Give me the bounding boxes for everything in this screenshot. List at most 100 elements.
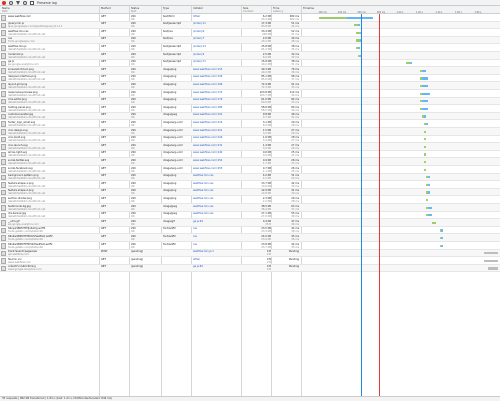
request-row[interactable]: customer-avatar.jpg daks2k3a4ib2z.cloudfr…	[0, 112, 500, 121]
request-initiator-link[interactable]: www.webflow.com/:191	[193, 113, 241, 116]
request-initiator-link[interactable]: www.webflow.com/:166	[193, 83, 241, 86]
waterfall-receiving-bar[interactable]	[345, 16, 374, 19]
request-row[interactable]: feature-shape-1.png daks2k3a4ib2z.cloudfr…	[0, 181, 500, 189]
waterfall-waiting-bar[interactable]	[431, 221, 436, 225]
request-initiator-link[interactable]: www.webflow.com/:231	[193, 144, 241, 147]
waterfall-waiting-bar[interactable]	[423, 145, 426, 149]
waterfall-waiting-bar[interactable]	[423, 161, 426, 164]
waterfall-waiting-bar[interactable]	[355, 31, 360, 35]
request-initiator-link[interactable]: webflow.min.css	[193, 197, 241, 200]
request-row[interactable]: favicon.ico www.webflow.com GET (pending) Ot…	[0, 257, 500, 265]
request-row[interactable]: screenshot-hero.png daks2k3a4ib2z.cloudfr…	[0, 67, 500, 75]
record-icon[interactable]	[2, 0, 6, 5]
request-row[interactable]: responsive-preview.png daks2k3a4ib2z.clou…	[0, 90, 500, 98]
waterfall-receiving-bar[interactable]	[441, 237, 444, 240]
request-row[interactable]: section-divider.png daks2k3a4ib2z.cloudfr…	[0, 196, 500, 204]
waterfall-receiving-bar[interactable]	[421, 107, 428, 111]
request-row[interactable]: arrow-right.svg daks2k3a4ib2z.cloudfront.…	[0, 151, 500, 159]
request-initiator-link[interactable]: webflow.min.css	[193, 182, 241, 185]
request-initiator-link[interactable]: www.webflow.com/:172	[193, 91, 241, 94]
request-initiator-link[interactable]: (index):71	[193, 60, 241, 63]
request-row[interactable]: S6u9w4BMUTPHh50XSwiPGQ.woff2 fonts.gstati…	[0, 242, 500, 250]
waterfall-receiving-bar[interactable]	[427, 183, 430, 187]
waterfall-waiting-bar[interactable]	[488, 267, 498, 270]
waterfall-receiving-bar[interactable]	[441, 244, 444, 247]
request-initiator-link[interactable]: www.webflow.com/:153	[193, 68, 241, 71]
filter-icon[interactable]	[16, 0, 20, 5]
waterfall-receiving-bar[interactable]	[410, 62, 413, 65]
waterfall-receiving-bar[interactable]	[427, 214, 432, 217]
request-initiator-link[interactable]: css	[193, 235, 241, 238]
request-row[interactable]: cta-banner.jpg daks2k3a4ib2z.cloudfront.n…	[0, 212, 500, 220]
waterfall-receiving-bar[interactable]	[421, 69, 426, 73]
waterfall-waiting-bar[interactable]	[353, 24, 358, 27]
request-row[interactable]: css fonts.googleapis.com GET 200 OK text/css (…	[0, 36, 500, 45]
request-initiator-link[interactable]: Other	[193, 258, 241, 261]
request-row[interactable]: hosting-panel.png daks2k3a4ib2z.cloudfron…	[0, 105, 500, 113]
request-row[interactable]: background-pattern.png daks2k3a4ib2z.clou…	[0, 173, 500, 182]
request-row[interactable]: modernizr.js daks2k3a4ib2z.cloudfront.net…	[0, 52, 500, 60]
waterfall-receiving-bar[interactable]	[421, 100, 428, 103]
waterfall-waiting-bar[interactable]	[425, 199, 428, 202]
waterfall-receiving-bar[interactable]	[423, 115, 426, 118]
request-row[interactable]: icon-launch.svg daks2k3a4ib2z.cloudfront.…	[0, 143, 500, 151]
request-initiator-link[interactable]: (index):9	[193, 53, 241, 56]
request-row[interactable]: layout-grid.png daks2k3a4ib2z.cloudfront.…	[0, 82, 500, 90]
waterfall-receiving-bar[interactable]	[357, 47, 360, 50]
request-row[interactable]: www.webflow.com GET 200 OK text/html Other 6.2…	[0, 14, 500, 22]
request-row[interactable]: webflow.min.css daks2k3a4ib2z.cloudfront.…	[0, 29, 500, 37]
request-row[interactable]: cms-editor.png daks2k3a4ib2z.cloudfront.n…	[0, 97, 500, 106]
request-row[interactable]: __utm.gif ssl.google-analytics.com GET 200 O…	[0, 219, 500, 227]
waterfall-waiting-bar[interactable]	[423, 138, 426, 141]
request-initiator-link[interactable]: (index):11	[193, 22, 241, 25]
waterfall-receiving-bar[interactable]	[427, 206, 432, 209]
clear-icon[interactable]	[9, 0, 13, 5]
waterfall-waiting-bar[interactable]	[423, 153, 426, 156]
request-row[interactable]: social-twitter.svg daks2k3a4ib2z.cloudfro…	[0, 158, 500, 166]
request-row[interactable]: designer-interface.png daks2k3a4ib2z.clou…	[0, 75, 500, 83]
request-initiator-link[interactable]: www.webflow.com/:253	[193, 167, 241, 170]
waterfall-receiving-bar[interactable]	[427, 191, 430, 194]
request-initiator-link[interactable]: (index):13	[193, 45, 241, 48]
request-initiator-link[interactable]: webflow.min.css	[193, 212, 241, 215]
request-initiator-link[interactable]: www.webflow.com/:221	[193, 129, 241, 132]
request-initiator-link[interactable]: webflow.min.css	[193, 205, 241, 208]
search-icon[interactable]	[23, 0, 27, 5]
request-initiator-link[interactable]: css	[193, 227, 241, 230]
request-name[interactable]: www.webflow.com	[8, 15, 31, 18]
request-initiator-link[interactable]: www.webflow.com/:179	[193, 98, 241, 101]
request-row[interactable]: ga.js ssl.google-analytics.com GET 200 OK tex…	[0, 60, 500, 68]
waterfall-waiting-bar[interactable]	[484, 259, 498, 263]
request-row[interactable]: icon-build.svg daks2k3a4ib2z.cloudfront.n…	[0, 136, 500, 144]
request-initiator-link[interactable]: www.webflow.com/:159	[193, 75, 241, 78]
waterfall-receiving-bar[interactable]	[427, 176, 430, 179]
request-row[interactable]: jquery.min.js ajax.googleapis.com/ajax/li…	[0, 21, 500, 30]
waterfall-receiving-bar[interactable]	[421, 92, 430, 95]
waterfall-waiting-bar[interactable]	[484, 252, 498, 255]
request-initiator-link[interactable]: www.webflow.com/:226	[193, 136, 241, 139]
request-initiator-link[interactable]: ga.js:62	[193, 265, 241, 268]
request-initiator-link[interactable]: (index):7	[193, 37, 241, 40]
request-initiator-link[interactable]: www.webflow.com/:240	[193, 151, 241, 154]
request-row[interactable]: collect?v=1&t=timing www.google-analytics…	[0, 264, 500, 273]
request-row[interactable]: icon-design.svg daks2k3a4ib2z.cloudfront.…	[0, 128, 500, 136]
waterfall-receiving-bar[interactable]	[421, 85, 428, 88]
preserve-log-checkbox[interactable]	[30, 0, 34, 5]
request-row[interactable]: testimonial-bg.jpg daks2k3a4ib2z.cloudfro…	[0, 204, 500, 212]
waterfall-receiving-bar[interactable]	[421, 77, 428, 80]
request-row[interactable]: S6uyw4BMUTPHjx4wXg.woff2 fonts.gstatic.co…	[0, 227, 500, 235]
waterfall-receiving-bar[interactable]	[425, 123, 428, 126]
waterfall-waiting-bar[interactable]	[423, 168, 426, 171]
request-row[interactable]: track?event=pageview api.webflow.com POST (…	[0, 249, 500, 258]
request-initiator-link[interactable]: Other	[193, 15, 241, 18]
waterfall-waiting-bar[interactable]	[355, 39, 360, 42]
request-row[interactable]: footer_logo_small.svg daks2k3a4ib2z.cloud…	[0, 120, 500, 128]
waterfall-waiting-bar[interactable]	[318, 16, 346, 19]
request-row[interactable]: webflow.min.js daks2k3a4ib2z.cloudfront.n…	[0, 44, 500, 52]
waterfall-receiving-bar[interactable]	[357, 24, 360, 27]
request-initiator-link[interactable]: webflow.min.js:1	[193, 250, 241, 253]
request-row[interactable]: feature-shape-2.png daks2k3a4ib2z.cloudfr…	[0, 188, 500, 197]
waterfall-waiting-bar[interactable]	[423, 130, 426, 133]
request-row[interactable]: social-facebook.svg daks2k3a4ib2z.cloudfr…	[0, 166, 500, 174]
request-initiator-link[interactable]: (index):6	[193, 30, 241, 33]
